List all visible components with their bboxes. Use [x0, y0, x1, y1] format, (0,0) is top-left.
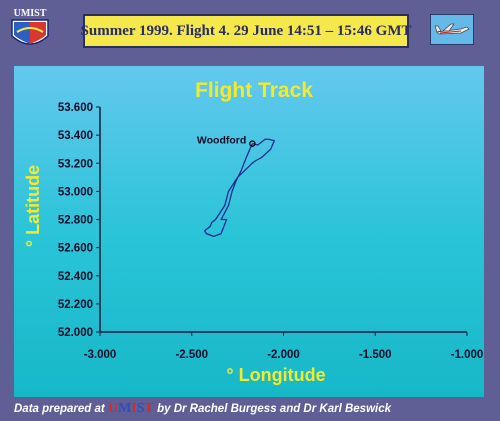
flight-track-chart: Flight Track 52.00052.20052.40052.60052.…: [23, 79, 484, 385]
logo-text: UMIST: [14, 8, 47, 19]
y-tick-label: 52.800: [58, 215, 93, 227]
x-axis-tick-labels: -3.000 -2.500 -2.000 -1.500 -1.000: [84, 332, 484, 361]
annotation-layer: Woodford: [197, 135, 256, 147]
x-tick-label: -2.500: [175, 349, 208, 361]
y-tick-label: 52.000: [58, 327, 93, 339]
umist-logo: UMIST: [8, 6, 52, 54]
footer-prefix: Data prepared at: [14, 403, 108, 415]
chart-panel: Flight Track 52.000 52.200 52.400 52.600 52.…: [14, 66, 484, 397]
y-axis-label: ° Latitude: [23, 165, 43, 247]
flight-info-text: Summer 1999. Flight 4. 29 June 14:51 – 1…: [80, 22, 412, 39]
umist-letter: U: [107, 401, 119, 416]
y-tick-label: 52.200: [58, 299, 93, 311]
y-tick-label: 52.600: [58, 243, 93, 255]
footer-umist: UMIST: [108, 401, 154, 416]
x-tick-label: -3.000: [84, 349, 117, 361]
flight-track-line: [203, 138, 275, 238]
y-tick-label: 53.000: [58, 186, 93, 198]
series-layer: [203, 138, 275, 238]
flight-info-banner: Summer 1999. Flight 4. 29 June 14:51 – 1…: [80, 14, 412, 48]
umist-letter: T: [144, 401, 154, 416]
y-tick-label: 53.400: [58, 130, 93, 142]
x-tick-label: -1.000: [451, 349, 484, 361]
footer-suffix: by Dr Rachel Burgess and Dr Karl Beswick: [153, 403, 392, 415]
footer-credit: Data prepared at UMIST by Dr Rachel Burg…: [14, 401, 391, 417]
woodford-label: Woodford: [197, 135, 246, 147]
x-axis-label: ° Longitude: [226, 365, 325, 385]
aircraft-icon: [430, 14, 474, 45]
chart-title: Flight Track: [195, 79, 313, 102]
umist-letter: S: [136, 401, 145, 416]
y-tick-label: 53.600: [58, 102, 93, 114]
x-tick-label: -1.500: [359, 349, 392, 361]
y-axis-tick-labels: 52.000 52.200 52.400 52.600 52.800 53.000 53.2…: [58, 102, 100, 339]
y-tick-label: 52.400: [58, 271, 93, 283]
y-tick-label: 53.200: [58, 158, 93, 170]
x-tick-label: -2.000: [267, 349, 300, 361]
umist-letter: M: [118, 401, 132, 416]
